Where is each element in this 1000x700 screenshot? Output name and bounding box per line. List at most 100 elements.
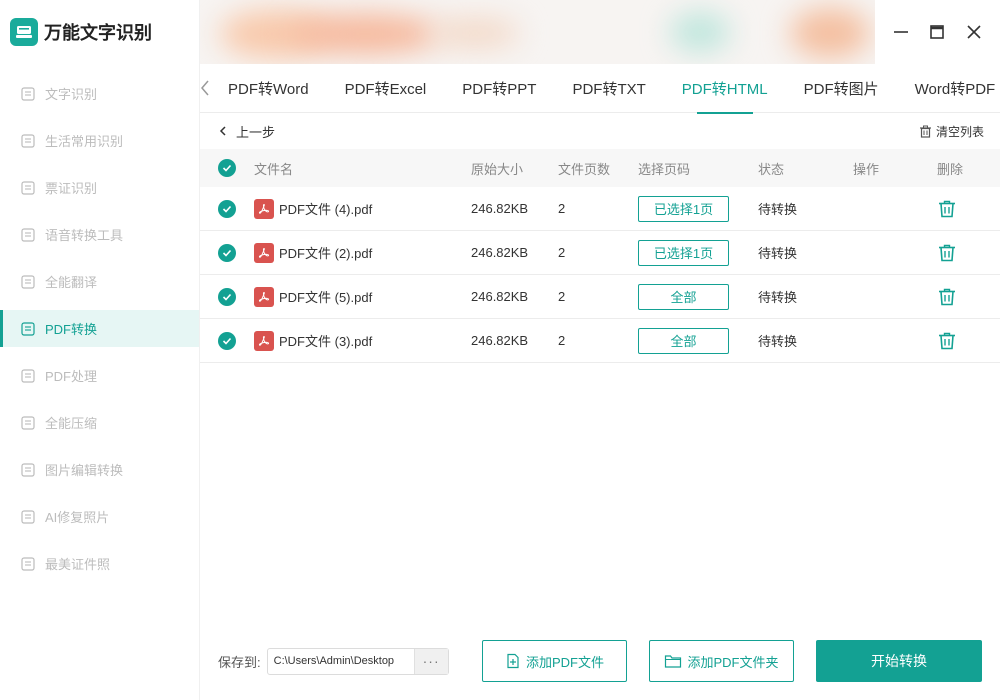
sidebar-item[interactable]: 文字识别 bbox=[0, 75, 199, 112]
select-pages-button[interactable]: 全部 bbox=[638, 327, 729, 354]
browse-path-button[interactable]: ··· bbox=[413, 648, 448, 674]
sidebar-item-label: 图片编辑转换 bbox=[45, 463, 124, 478]
pdf-file-icon bbox=[254, 198, 274, 219]
table-row: PDF文件 (4).pdf 246.82KB 2 已选择1页 待转换 bbox=[200, 187, 1000, 231]
sidebar-item[interactable]: 语音转换工具 bbox=[0, 216, 199, 253]
sidebar-item-label: AI修复照片 bbox=[45, 510, 110, 525]
ticket-scan-icon bbox=[20, 180, 36, 196]
conversion-tabs: PDF转Word PDF转Excel PDF转PPT PDF转TXT PDF转HTML P… bbox=[200, 64, 1000, 113]
tab[interactable]: PDF转Excel bbox=[327, 64, 445, 113]
sidebar: 万能文字识别 文字识别生活常用识别 票证识别语音转换工具 全能翻译 PDF转换 PDF处… bbox=[0, 0, 200, 700]
file-size: 246.82KB bbox=[471, 245, 529, 260]
sidebar-item[interactable]: 图片编辑转换 bbox=[0, 451, 199, 488]
table-header: 文件名 原始大小 文件页数 选择页码 状态 操作 删除 bbox=[200, 149, 1000, 187]
file-status: 待转换 bbox=[758, 334, 798, 349]
table-row: PDF文件 (3).pdf 246.82KB 2 全部 待转换 bbox=[200, 319, 1000, 363]
header-status: 状态 bbox=[758, 161, 785, 177]
clear-list-button[interactable]: 清空列表 bbox=[919, 123, 984, 140]
sidebar-item[interactable]: 全能压缩 bbox=[0, 404, 199, 441]
brand: 万能文字识别 bbox=[0, 0, 199, 64]
tab[interactable]: PDF转Word bbox=[210, 64, 327, 113]
sidebar-item[interactable]: PDF处理 bbox=[0, 357, 199, 394]
tab[interactable]: PDF转PPT bbox=[444, 64, 554, 113]
row-checkbox[interactable] bbox=[218, 199, 236, 218]
image-edit-icon bbox=[20, 462, 36, 478]
select-pages-button[interactable]: 已选择1页 bbox=[638, 195, 729, 222]
start-convert-button[interactable]: 开始转换 bbox=[816, 640, 982, 682]
file-name: PDF文件 (5).pdf bbox=[279, 290, 373, 305]
pdf-convert-icon bbox=[20, 321, 36, 337]
app-title: 万能文字识别 bbox=[44, 23, 152, 43]
delete-trash-icon[interactable] bbox=[937, 243, 957, 263]
delete-trash-icon[interactable] bbox=[937, 287, 957, 307]
translate-icon bbox=[20, 274, 36, 290]
sidebar-item[interactable]: PDF转换 bbox=[0, 310, 199, 347]
sidebar-item-label: PDF处理 bbox=[45, 369, 98, 384]
voice-convert-icon bbox=[20, 227, 36, 243]
table-body: PDF文件 (4).pdf 246.82KB 2 已选择1页 待转换 PDF文件 (2).… bbox=[200, 187, 1000, 363]
save-to-label: 保存到: bbox=[218, 654, 261, 670]
folder-icon bbox=[665, 655, 682, 668]
tabs-scroll-left-icon[interactable] bbox=[200, 64, 210, 113]
save-path-field[interactable]: C:\Users\Admin\Desktop ··· bbox=[266, 647, 449, 675]
sidebar-item[interactable]: 生活常用识别 bbox=[0, 122, 199, 159]
tab[interactable]: Word转PDF bbox=[897, 64, 1000, 113]
chevron-left-icon bbox=[219, 126, 226, 136]
app-logo-icon bbox=[10, 18, 38, 46]
pdf-file-icon bbox=[254, 242, 274, 263]
delete-trash-icon[interactable] bbox=[937, 199, 957, 219]
table-row: PDF文件 (2).pdf 246.82KB 2 已选择1页 待转换 bbox=[200, 231, 1000, 275]
tab[interactable]: PDF转HTML bbox=[664, 64, 786, 113]
file-status: 待转换 bbox=[758, 202, 798, 217]
select-pages-button[interactable]: 全部 bbox=[638, 283, 729, 310]
header-pages: 文件页数 bbox=[558, 161, 611, 177]
pdf-process-icon bbox=[20, 368, 36, 384]
sidebar-item[interactable]: 全能翻译 bbox=[0, 263, 199, 300]
file-name: PDF文件 (3).pdf bbox=[279, 334, 373, 349]
file-pages: 2 bbox=[558, 333, 566, 348]
sidebar-item[interactable]: 票证识别 bbox=[0, 169, 199, 206]
clear-list-label: 清空列表 bbox=[935, 124, 984, 139]
add-pdf-file-button[interactable]: 添加PDF文件 bbox=[482, 640, 627, 682]
row-checkbox[interactable] bbox=[218, 287, 236, 306]
add-pdf-folder-button[interactable]: 添加PDF文件夹 bbox=[649, 640, 794, 682]
ai-repair-icon bbox=[20, 509, 36, 525]
select-all-checkbox[interactable] bbox=[218, 159, 236, 177]
scan-text-icon bbox=[20, 86, 36, 102]
pdf-file-icon bbox=[254, 286, 274, 307]
tab[interactable]: PDF转图片 bbox=[786, 64, 897, 113]
save-path-text: C:\Users\Admin\Desktop bbox=[273, 655, 395, 667]
back-label: 上一步 bbox=[236, 124, 276, 140]
compress-icon bbox=[20, 415, 36, 431]
list-toolbar: 上一步 清空列表 bbox=[200, 113, 1000, 149]
delete-trash-icon[interactable] bbox=[937, 331, 957, 351]
sidebar-item[interactable]: AI修复照片 bbox=[0, 498, 199, 535]
top-banner bbox=[200, 0, 875, 64]
pdf-file-icon bbox=[254, 330, 274, 351]
sidebar-item-label: 文字识别 bbox=[45, 87, 98, 102]
scan-life-icon bbox=[20, 133, 36, 149]
file-table: 文件名 原始大小 文件页数 选择页码 状态 操作 删除 PDF文件 (4).pd… bbox=[200, 149, 1000, 363]
maximize-icon[interactable] bbox=[925, 20, 949, 44]
row-checkbox[interactable] bbox=[218, 243, 236, 262]
file-status: 待转换 bbox=[758, 246, 798, 261]
add-pdf-file-label: 添加PDF文件 bbox=[525, 654, 604, 670]
row-checkbox[interactable] bbox=[218, 331, 236, 350]
close-icon[interactable] bbox=[962, 20, 986, 44]
trash-icon bbox=[919, 125, 931, 138]
sidebar-item-label: PDF转换 bbox=[45, 322, 98, 337]
file-pages: 2 bbox=[558, 289, 566, 304]
file-status: 待转换 bbox=[758, 290, 798, 305]
add-file-icon bbox=[507, 653, 519, 669]
table-row: PDF文件 (5).pdf 246.82KB 2 全部 待转换 bbox=[200, 275, 1000, 319]
sidebar-item-label: 最美证件照 bbox=[45, 557, 111, 572]
minimize-icon[interactable] bbox=[889, 20, 913, 44]
file-size: 246.82KB bbox=[471, 289, 529, 304]
sidebar-item[interactable]: 最美证件照 bbox=[0, 545, 199, 582]
select-pages-button[interactable]: 已选择1页 bbox=[638, 239, 729, 266]
file-pages: 2 bbox=[558, 201, 566, 216]
header-delete: 删除 bbox=[937, 161, 964, 177]
back-button[interactable]: 上一步 bbox=[218, 122, 275, 141]
sidebar-nav: 文字识别生活常用识别 票证识别语音转换工具 全能翻译 PDF转换 PDF处理全能压缩图片… bbox=[0, 64, 199, 582]
tab[interactable]: PDF转TXT bbox=[554, 64, 663, 113]
